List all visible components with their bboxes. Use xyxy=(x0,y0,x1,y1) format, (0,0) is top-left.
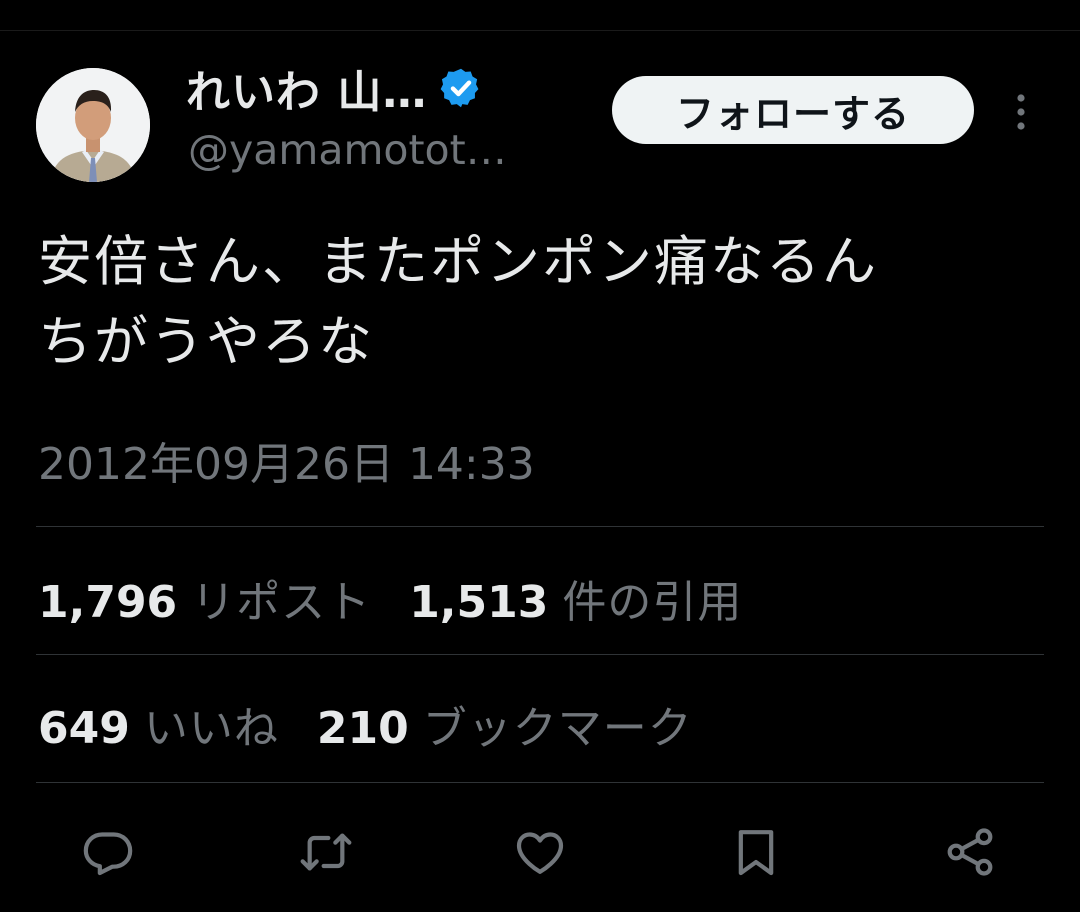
quotes-label: 件の引用 xyxy=(562,577,743,628)
tweet-timestamp[interactable]: 2012年09月26日 14:33 xyxy=(38,428,535,492)
bookmark-button[interactable] xyxy=(726,822,786,882)
likes-count: 649 xyxy=(38,703,130,754)
likes-label: いいね xyxy=(143,703,279,754)
like-button[interactable] xyxy=(510,822,570,882)
follow-button[interactable]: フォローする xyxy=(612,76,974,144)
divider xyxy=(36,526,1044,527)
bookmarks-label: ブックマーク xyxy=(422,703,693,754)
share-button[interactable] xyxy=(940,822,1000,882)
reply-icon xyxy=(83,832,133,876)
more-vertical-icon[interactable] xyxy=(1008,92,1034,132)
divider xyxy=(36,654,1044,655)
author-name-row: れいわ 山… xyxy=(186,58,483,118)
bookmarks-count: 210 xyxy=(316,703,409,754)
engagement-stats-row-2: 649 いいね 210 ブックマーク xyxy=(38,692,731,756)
avatar-photo xyxy=(36,68,150,182)
top-divider xyxy=(0,30,1080,31)
engagement-stats-row-1: 1,796 リポスト 1,513 件の引用 xyxy=(38,566,780,630)
share-icon xyxy=(947,828,993,876)
likes-stat[interactable]: 649 いいね xyxy=(38,692,279,756)
repost-button[interactable] xyxy=(296,822,356,882)
heart-icon xyxy=(516,832,564,874)
tweet-text: 安倍さん、またポンポン痛なるん ちがうやろな xyxy=(38,222,1048,382)
repost-icon xyxy=(300,833,352,871)
verified-badge-icon xyxy=(440,68,479,108)
quotes-count: 1,513 xyxy=(409,577,549,628)
bookmarks-stat[interactable]: 210 ブックマーク xyxy=(317,692,693,756)
tweet-text-line: ちがうやろな xyxy=(38,310,374,373)
reposts-stat[interactable]: 1,796 リポスト xyxy=(38,566,371,630)
reposts-label: リポスト xyxy=(191,577,372,628)
bookmark-icon xyxy=(738,830,774,876)
author-handle[interactable]: @yamamotot… xyxy=(188,126,507,174)
divider xyxy=(36,782,1044,783)
author-name[interactable]: れいわ 山… xyxy=(186,56,427,120)
reply-button[interactable] xyxy=(78,822,138,882)
tweet-text-line: 安倍さん、またポンポン痛なるん xyxy=(38,230,878,293)
avatar[interactable] xyxy=(36,68,150,182)
reposts-count: 1,796 xyxy=(38,577,178,628)
quotes-stat[interactable]: 1,513 件の引用 xyxy=(409,566,742,630)
